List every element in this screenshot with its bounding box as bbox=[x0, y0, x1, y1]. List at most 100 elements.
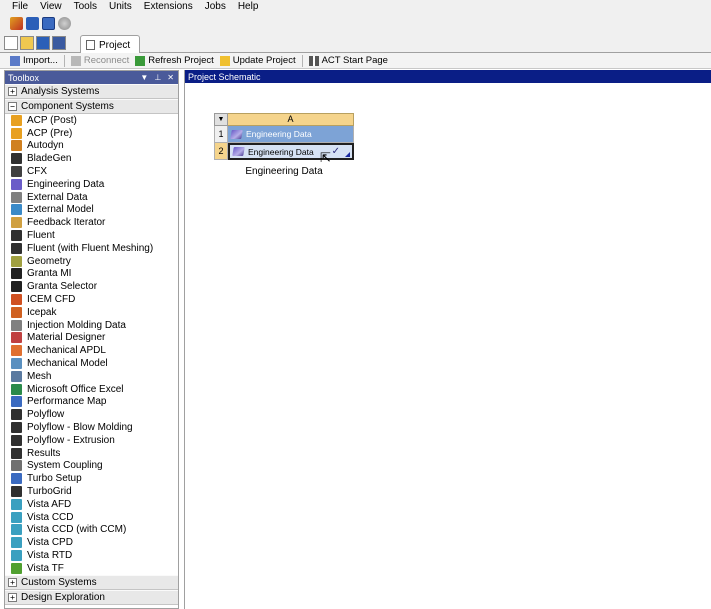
group-design-exploration[interactable]: + Design Exploration bbox=[5, 589, 178, 605]
menu-view[interactable]: View bbox=[34, 0, 68, 14]
component-system-item[interactable]: Turbo Setup bbox=[5, 472, 178, 485]
component-system-item[interactable]: Vista RTD bbox=[5, 549, 178, 562]
component-system-item[interactable]: Material Designer bbox=[5, 332, 178, 345]
component-system-label: Vista TF bbox=[27, 562, 64, 574]
expand-icon[interactable]: + bbox=[8, 577, 17, 587]
component-system-item[interactable]: Polyflow - Blow Molding bbox=[5, 421, 178, 434]
expand-icon[interactable]: + bbox=[8, 592, 17, 602]
component-system-item[interactable]: Mechanical APDL bbox=[5, 344, 178, 357]
new-icon[interactable] bbox=[4, 36, 18, 50]
component-system-icon bbox=[11, 447, 22, 459]
component-system-item[interactable]: External Model bbox=[5, 204, 178, 217]
system-block-a[interactable]: ▼ A 1 Engineering Data 2 Engineering Dat… bbox=[214, 113, 354, 160]
system-caption[interactable]: Engineering Data bbox=[214, 166, 354, 177]
globe-icon[interactable] bbox=[58, 17, 71, 30]
component-system-icon bbox=[11, 409, 22, 421]
pin-icon[interactable]: ⊥ bbox=[154, 73, 161, 82]
component-system-item[interactable]: Polyflow bbox=[5, 408, 178, 421]
cell-corner-indicator bbox=[345, 152, 350, 157]
act-start-page-button[interactable]: ACT Start Page bbox=[308, 55, 388, 66]
component-system-item[interactable]: Vista CPD bbox=[5, 536, 178, 549]
tab-project[interactable]: Project bbox=[80, 35, 140, 54]
component-system-item[interactable]: TurboGrid bbox=[5, 485, 178, 498]
menu-jobs[interactable]: Jobs bbox=[199, 0, 232, 14]
component-system-label: External Data bbox=[27, 191, 88, 203]
component-system-item[interactable]: Vista CCD (with CCM) bbox=[5, 524, 178, 537]
group-label: Analysis Systems bbox=[21, 86, 100, 97]
component-system-icon bbox=[11, 204, 22, 216]
dropdown-icon[interactable]: ▼ bbox=[140, 73, 148, 82]
refresh-label: Refresh Project bbox=[148, 55, 214, 66]
save-icon[interactable] bbox=[36, 36, 50, 50]
component-system-label: Vista RTD bbox=[27, 549, 73, 561]
component-system-label: External Model bbox=[27, 204, 94, 216]
collapse-icon[interactable]: − bbox=[8, 102, 17, 111]
open-icon[interactable] bbox=[20, 36, 34, 50]
component-system-item[interactable]: Mesh bbox=[5, 370, 178, 383]
component-system-item[interactable]: Fluent bbox=[5, 229, 178, 242]
component-system-item[interactable]: Geometry bbox=[5, 255, 178, 268]
component-system-icon bbox=[11, 524, 22, 536]
menu-help[interactable]: Help bbox=[232, 0, 265, 14]
component-system-item[interactable]: Granta Selector bbox=[5, 280, 178, 293]
component-system-item[interactable]: Results bbox=[5, 447, 178, 460]
refresh-project-button[interactable]: Refresh Project bbox=[135, 55, 214, 66]
component-system-item[interactable]: Fluent (with Fluent Meshing) bbox=[5, 242, 178, 255]
component-system-item[interactable]: Engineering Data bbox=[5, 178, 178, 191]
component-system-item[interactable]: ICEM CFD bbox=[5, 293, 178, 306]
component-system-icon bbox=[11, 242, 22, 254]
component-system-item[interactable]: Autodyn bbox=[5, 140, 178, 153]
tab-bar: Project bbox=[0, 33, 711, 54]
component-system-icon bbox=[11, 549, 22, 561]
component-system-item[interactable]: External Data bbox=[5, 191, 178, 204]
component-system-item[interactable]: Vista TF bbox=[5, 562, 178, 575]
component-system-item[interactable]: ACP (Post) bbox=[5, 114, 178, 127]
import-icon bbox=[10, 55, 20, 66]
component-system-item[interactable]: Icepak bbox=[5, 306, 178, 319]
component-system-icon bbox=[11, 268, 22, 280]
import-button[interactable]: Import... bbox=[10, 55, 58, 66]
component-system-label: Engineering Data bbox=[27, 178, 105, 190]
save-icon[interactable] bbox=[26, 17, 39, 30]
component-system-label: Mechanical APDL bbox=[27, 345, 106, 357]
component-system-item[interactable]: Performance Map bbox=[5, 396, 178, 409]
component-system-label: Fluent (with Fluent Meshing) bbox=[27, 242, 154, 254]
save-as-icon[interactable] bbox=[42, 17, 55, 30]
system-cell-row-1[interactable]: 1 Engineering Data bbox=[214, 126, 354, 143]
up-to-date-check-icon: ✓ bbox=[331, 146, 340, 157]
group-analysis-systems[interactable]: + Analysis Systems bbox=[5, 84, 178, 99]
component-system-label: Polyflow - Extrusion bbox=[27, 434, 115, 446]
group-component-systems[interactable]: − Component Systems bbox=[5, 99, 178, 114]
component-system-item[interactable]: Microsoft Office Excel bbox=[5, 383, 178, 396]
menu-extensions[interactable]: Extensions bbox=[138, 0, 199, 14]
component-system-item[interactable]: Polyflow - Extrusion bbox=[5, 434, 178, 447]
component-system-item[interactable]: ACP (Pre) bbox=[5, 127, 178, 140]
workbench-icon[interactable] bbox=[10, 17, 23, 30]
cell-label: Engineering Data bbox=[248, 146, 314, 157]
menu-file[interactable]: File bbox=[6, 0, 34, 14]
component-system-item[interactable]: Feedback Iterator bbox=[5, 216, 178, 229]
reconnect-button[interactable]: Reconnect bbox=[70, 55, 129, 66]
menu-tools[interactable]: Tools bbox=[68, 0, 103, 14]
component-system-item[interactable]: Granta MI bbox=[5, 268, 178, 281]
save-as-icon[interactable] bbox=[52, 36, 66, 50]
group-custom-systems[interactable]: + Custom Systems bbox=[5, 574, 178, 590]
system-cell-row-2[interactable]: 2 Engineering Data ✓ bbox=[214, 143, 354, 160]
component-system-item[interactable]: Vista CCD bbox=[5, 511, 178, 524]
menu-units[interactable]: Units bbox=[103, 0, 138, 14]
close-icon[interactable]: ✕ bbox=[167, 73, 174, 82]
update-project-button[interactable]: Update Project bbox=[219, 55, 296, 66]
component-system-item[interactable]: Vista AFD bbox=[5, 498, 178, 511]
component-system-item[interactable]: BladeGen bbox=[5, 152, 178, 165]
component-system-item[interactable]: Mechanical Model bbox=[5, 357, 178, 370]
component-system-item[interactable]: CFX bbox=[5, 165, 178, 178]
system-menu-dropdown[interactable]: ▼ bbox=[214, 113, 228, 126]
component-system-icon bbox=[11, 178, 22, 190]
expand-icon[interactable]: + bbox=[8, 87, 17, 96]
component-system-label: Icepak bbox=[27, 306, 57, 318]
component-system-label: Polyflow - Blow Molding bbox=[27, 422, 133, 434]
component-system-icon bbox=[11, 383, 22, 395]
component-system-icon bbox=[11, 537, 22, 549]
component-system-item[interactable]: Injection Molding Data bbox=[5, 319, 178, 332]
component-system-item[interactable]: System Coupling bbox=[5, 460, 178, 473]
